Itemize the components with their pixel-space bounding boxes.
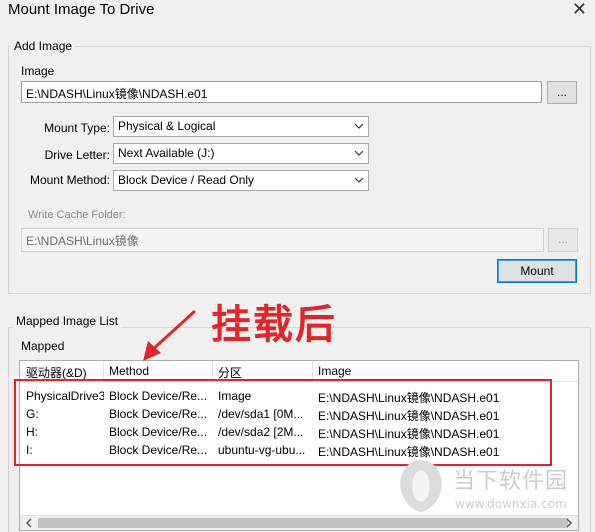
annotation-highlight-box <box>14 379 552 466</box>
add-image-group-label: Add Image <box>11 39 76 53</box>
column-header-method[interactable]: Method <box>109 364 149 378</box>
mount-type-select[interactable]: Physical & Logical <box>113 116 369 137</box>
column-divider[interactable] <box>212 361 213 380</box>
mapped-image-group-label: Mapped Image List <box>13 314 122 328</box>
image-browse-button[interactable]: ... <box>547 81 577 104</box>
window-title: Mount Image To Drive <box>8 1 155 18</box>
mount-type-label: Mount Type: <box>44 121 110 135</box>
column-header-image[interactable]: Image <box>318 364 351 378</box>
scroll-left-icon[interactable] <box>24 518 34 528</box>
annotation-arrow <box>143 309 197 361</box>
drive-letter-select[interactable]: Next Available (J:) <box>113 143 369 164</box>
close-icon[interactable]: ✕ <box>572 0 587 18</box>
watermark: 当下软件园 www.downxia.com <box>395 457 585 522</box>
column-divider[interactable] <box>103 361 104 380</box>
column-divider[interactable] <box>312 361 313 380</box>
write-cache-label: Write Cache Folder: <box>28 209 126 221</box>
write-cache-browse-button[interactable]: ... <box>548 228 578 252</box>
mount-method-value: Block Device / Read Only <box>118 173 255 187</box>
watermark-url: www.downxia.com <box>455 497 567 511</box>
mount-type-value: Physical & Logical <box>118 119 216 133</box>
mount-method-label: Mount Method: <box>29 173 110 187</box>
watermark-name: 当下软件园 <box>453 469 569 494</box>
mount-button[interactable]: Mount <box>497 259 577 283</box>
chevron-down-icon <box>354 177 364 183</box>
drive-letter-value: Next Available (J:) <box>118 146 215 160</box>
chevron-down-icon <box>354 150 364 156</box>
drive-letter-label: Drive Letter: <box>44 148 110 162</box>
image-label: Image <box>21 64 55 78</box>
write-cache-field[interactable]: E:\NDASH\Linux镜像 <box>21 228 544 252</box>
image-path-field[interactable]: E:\NDASH\Linux镜像\NDASH.e01 <box>21 81 542 103</box>
downxia-logo-icon <box>400 460 442 512</box>
annotation-label: 挂载后 <box>211 302 337 348</box>
chevron-down-icon <box>354 123 364 129</box>
mapped-sub-label: Mapped <box>21 339 65 353</box>
mount-method-select[interactable]: Block Device / Read Only <box>113 170 369 191</box>
